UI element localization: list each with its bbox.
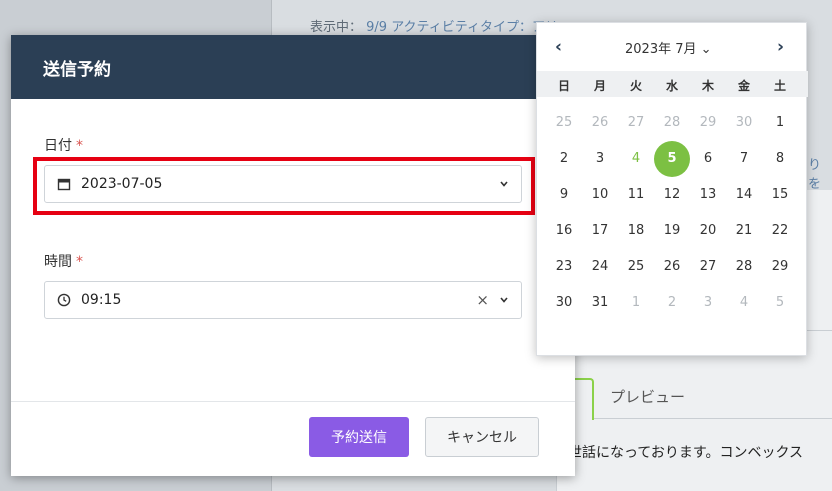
calendar-day[interactable]: 28 xyxy=(726,249,762,285)
calendar-day[interactable]: 15 xyxy=(762,177,798,213)
calendar-day[interactable]: 3 xyxy=(582,141,618,177)
chevron-right-icon[interactable]: › xyxy=(777,37,784,57)
time-label: 時間 * xyxy=(44,251,83,271)
calendar-day[interactable]: 1 xyxy=(618,285,654,321)
weekday-label: 日 xyxy=(557,79,570,93)
time-value: 09:15 xyxy=(81,292,122,308)
calendar-day[interactable]: 3 xyxy=(690,285,726,321)
weekday-label: 土 xyxy=(773,79,786,93)
calendar-day[interactable]: 9 xyxy=(546,177,582,213)
weekday-label: 火 xyxy=(629,79,642,93)
calendar-day[interactable]: 29 xyxy=(762,249,798,285)
calendar-day[interactable]: 19 xyxy=(654,213,690,249)
weekday-label: 水 xyxy=(665,79,678,93)
background-link[interactable]: りを xyxy=(808,154,832,192)
calendar-day[interactable]: 1 xyxy=(762,105,798,141)
calendar-day[interactable]: 30 xyxy=(546,285,582,321)
modal-header: 送信予約 × xyxy=(11,35,575,99)
calendar-day[interactable]: 13 xyxy=(690,177,726,213)
calendar-day[interactable]: 20 xyxy=(690,213,726,249)
calendar-day[interactable]: 27 xyxy=(690,249,726,285)
calendar-day[interactable]: 4 xyxy=(618,141,654,177)
calendar-day[interactable]: 26 xyxy=(582,105,618,141)
calendar-day[interactable]: 31 xyxy=(582,285,618,321)
showing-status: 表示中： 9/9 アクティビティタイプ：アリ xyxy=(310,16,558,35)
calendar-day[interactable]: 6 xyxy=(690,141,726,177)
calendar-day[interactable]: 16 xyxy=(546,213,582,249)
calendar-day[interactable]: 30 xyxy=(726,105,762,141)
highlight-box xyxy=(33,157,535,215)
weekday-label: 金 xyxy=(737,79,750,93)
month-selector[interactable]: 2023年 7月 ⌄ xyxy=(625,38,712,57)
calendar-day[interactable]: 14 xyxy=(726,177,762,213)
calendar-day[interactable]: 10 xyxy=(582,177,618,213)
date-label: 日付 * xyxy=(44,135,83,155)
clear-icon[interactable]: × xyxy=(476,291,489,309)
calendar-day[interactable]: 5 xyxy=(762,285,798,321)
tab-divider xyxy=(594,418,832,419)
date-picker-popup: ‹ 2023年 7月 ⌄ › 日月火水木金土 25 26 27 28 29 30 1 2 3 4 5… xyxy=(536,22,808,356)
calendar-day[interactable]: 25 xyxy=(546,105,582,141)
message-body: 世話になっております。コンベックス xyxy=(568,445,804,461)
schedule-send-modal: 送信予約 × 日付* 2023-07-05 時間* 09:15 × 予約送信 キ… xyxy=(11,35,575,476)
showing-label: 表示中： xyxy=(310,20,363,35)
calendar-day[interactable]: 2 xyxy=(654,285,690,321)
calendar-day[interactable]: 11 xyxy=(618,177,654,213)
calendar-day[interactable]: 23 xyxy=(546,249,582,285)
calendar-day[interactable]: 25 xyxy=(618,249,654,285)
required-mark: * xyxy=(76,138,83,154)
chevron-left-icon[interactable]: ‹ xyxy=(555,37,562,57)
calendar-day[interactable]: 5 xyxy=(654,141,690,177)
calendar-day[interactable]: 27 xyxy=(618,105,654,141)
calendar-day[interactable]: 26 xyxy=(654,249,690,285)
calendar-day[interactable]: 4 xyxy=(726,285,762,321)
calendar-day[interactable]: 2 xyxy=(546,141,582,177)
calendar-day[interactable]: 29 xyxy=(690,105,726,141)
calendar-day[interactable]: 18 xyxy=(618,213,654,249)
chevron-down-icon[interactable] xyxy=(499,295,509,305)
calendar-day[interactable]: 7 xyxy=(726,141,762,177)
calendar-day[interactable]: 22 xyxy=(762,213,798,249)
calendar-day[interactable]: 8 xyxy=(762,141,798,177)
modal-title: 送信予約 xyxy=(43,60,111,80)
calendar-day[interactable]: 28 xyxy=(654,105,690,141)
calendar-day[interactable]: 21 xyxy=(726,213,762,249)
cancel-button[interactable]: キャンセル xyxy=(425,417,539,457)
calendar-day[interactable]: 24 xyxy=(582,249,618,285)
clock-icon xyxy=(57,293,71,307)
showing-link[interactable]: 9/9 アクティビティタイプ：アリ xyxy=(366,20,558,35)
date-label-text: 日付 xyxy=(44,138,72,154)
calendar-day[interactable]: 17 xyxy=(582,213,618,249)
time-label-text: 時間 xyxy=(44,254,72,270)
schedule-send-button[interactable]: 予約送信 xyxy=(309,417,409,457)
weekday-label: 月 xyxy=(593,79,606,93)
weekday-header: 日月火水木金土 xyxy=(537,71,808,97)
calendar-day[interactable]: 12 xyxy=(654,177,690,213)
weekday-label: 木 xyxy=(701,79,714,93)
date-picker-header: ‹ 2023年 7月 ⌄ › xyxy=(537,23,808,71)
tab-preview[interactable]: プレビュー xyxy=(610,386,685,407)
required-mark: * xyxy=(76,254,83,270)
time-field[interactable]: 09:15 × xyxy=(44,281,522,319)
